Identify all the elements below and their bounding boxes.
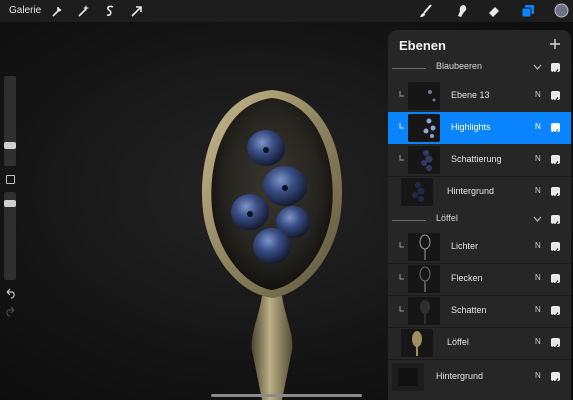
layer-thumbnail: [408, 265, 440, 293]
brush-size-slider[interactable]: [4, 76, 16, 166]
layer-name: Lichter: [451, 241, 479, 251]
visibility-checkbox[interactable]: [551, 91, 560, 103]
clipping-mask-icon: [399, 155, 404, 161]
blend-mode[interactable]: N: [535, 122, 541, 131]
layer-row-selected[interactable]: Highlights N: [388, 112, 571, 144]
layer-name: Hintergrund: [436, 371, 484, 381]
layer-thumbnail: [392, 363, 424, 391]
layer-thumbnail: [408, 146, 440, 174]
magic-wand-icon[interactable]: [76, 4, 90, 18]
panel-title: Ebenen: [399, 38, 446, 53]
clipping-mask-icon: [399, 274, 404, 280]
layers-panel: Ebenen Blaubeeren Ebene 13 N Highlights …: [388, 30, 571, 400]
eraser-icon[interactable]: [487, 4, 501, 18]
visibility-checkbox[interactable]: [551, 306, 560, 318]
chevron-down-icon[interactable]: [533, 216, 542, 222]
brush-size-handle[interactable]: [4, 142, 16, 149]
layer-row[interactable]: Löffel N: [388, 327, 571, 359]
layer-thumbnail: [401, 329, 433, 357]
gallery-button[interactable]: Galerie: [9, 5, 41, 16]
color-swatch-icon[interactable]: [554, 3, 569, 18]
layer-thumbnail: [401, 178, 433, 206]
blend-mode[interactable]: N: [535, 305, 541, 314]
visibility-checkbox[interactable]: [551, 242, 560, 254]
undo-icon[interactable]: [5, 286, 16, 304]
layer-row[interactable]: Lichter N: [388, 231, 571, 263]
visibility-checkbox[interactable]: [551, 372, 560, 384]
clipping-mask-icon: [399, 91, 404, 97]
row-divider: [388, 359, 571, 360]
layer-name: Highlights: [451, 122, 491, 132]
smudge-icon[interactable]: [455, 4, 469, 18]
visibility-checkbox[interactable]: [551, 155, 560, 167]
layer-row[interactable]: Schattierung N: [388, 144, 571, 176]
layer-thumbnail: [408, 82, 440, 110]
layer-row[interactable]: Schatten N: [388, 295, 571, 327]
layer-row[interactable]: Hintergrund N: [388, 361, 571, 393]
visibility-checkbox[interactable]: [551, 274, 560, 286]
group-name: Löffel: [436, 213, 458, 223]
home-indicator[interactable]: [211, 394, 362, 397]
brush-icon[interactable]: [419, 4, 433, 18]
add-layer-icon[interactable]: [548, 37, 562, 51]
layer-row[interactable]: Flecken N: [388, 263, 571, 295]
chevron-down-icon[interactable]: [533, 64, 542, 70]
visibility-checkbox[interactable]: [551, 215, 560, 227]
redo-icon[interactable]: [5, 304, 16, 322]
layer-row[interactable]: Ebene 13 N: [388, 80, 571, 112]
blend-mode[interactable]: N: [535, 273, 541, 282]
layer-group-blaubeeren[interactable]: Blaubeeren: [388, 58, 571, 78]
layer-name: Löffel: [447, 337, 469, 347]
top-toolbar: Galerie: [0, 0, 573, 22]
visibility-checkbox[interactable]: [551, 63, 560, 75]
layers-icon[interactable]: [521, 4, 535, 18]
layer-name: Ebene 13: [451, 90, 490, 100]
group-name: Blaubeeren: [436, 61, 483, 71]
selection-s-icon[interactable]: [103, 4, 117, 18]
layer-thumbnail: [408, 114, 440, 142]
layer-name: Schatten: [451, 305, 487, 315]
visibility-checkbox[interactable]: [551, 187, 560, 199]
blend-mode[interactable]: N: [535, 186, 541, 195]
opacity-handle[interactable]: [4, 200, 16, 207]
blend-mode[interactable]: N: [535, 241, 541, 250]
layer-group-loeffel[interactable]: Löffel: [388, 210, 571, 230]
clipping-mask-icon: [399, 123, 404, 129]
blend-mode[interactable]: N: [535, 154, 541, 163]
transform-arrow-icon[interactable]: [130, 4, 144, 18]
clipping-mask-icon: [399, 306, 404, 312]
group-divider: [392, 220, 426, 221]
layer-row[interactable]: Hintergrund N: [388, 176, 571, 208]
blend-mode[interactable]: N: [535, 371, 541, 380]
visibility-checkbox[interactable]: [551, 338, 560, 350]
group-divider: [392, 68, 426, 69]
left-sidebar: [2, 72, 18, 320]
wrench-icon[interactable]: [50, 4, 64, 18]
blend-mode[interactable]: N: [535, 337, 541, 346]
clipping-mask-icon: [399, 242, 404, 248]
layer-name: Hintergrund: [447, 186, 495, 196]
blend-mode[interactable]: N: [535, 90, 541, 99]
layer-thumbnail: [408, 233, 440, 261]
layer-name: Schattierung: [451, 154, 502, 164]
modify-square-button[interactable]: [6, 175, 15, 184]
layer-thumbnail: [408, 297, 440, 325]
layer-name: Flecken: [451, 273, 483, 283]
visibility-checkbox[interactable]: [551, 123, 560, 135]
